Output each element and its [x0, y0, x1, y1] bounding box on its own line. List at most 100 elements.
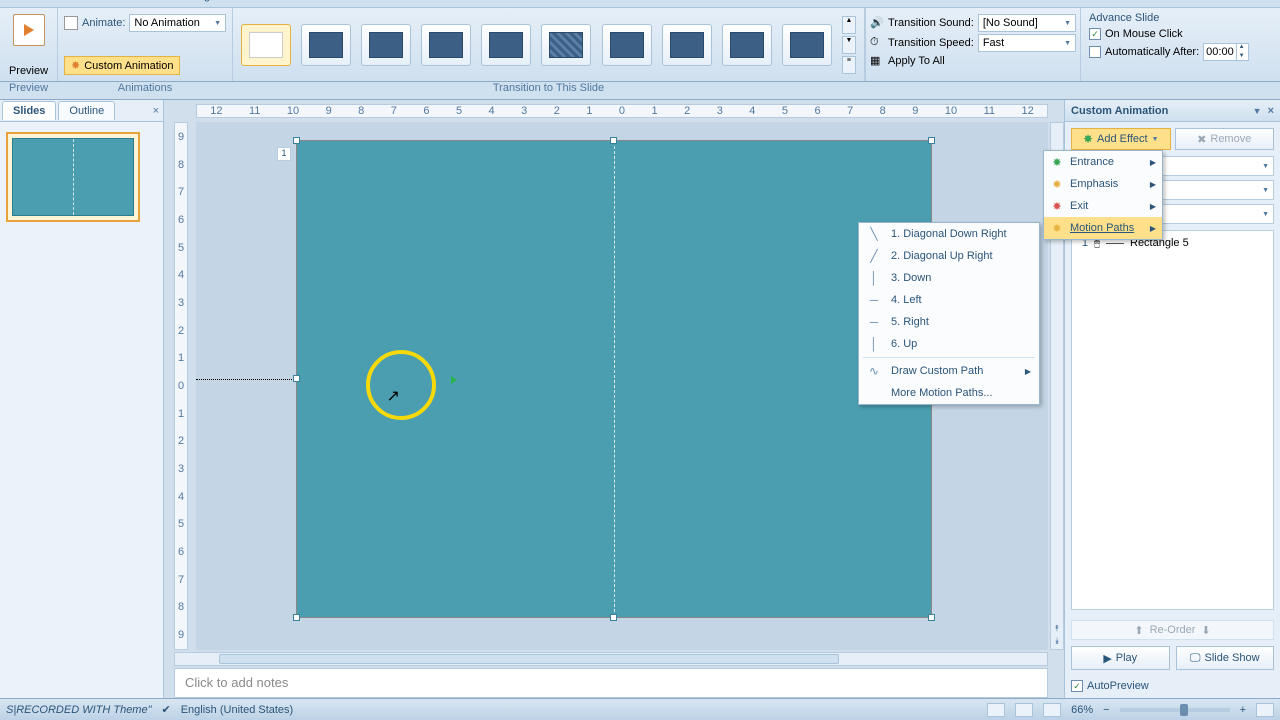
fit-to-window-button[interactable] [1256, 703, 1274, 717]
transition-gallery: ▲ ▼ ≡ [233, 8, 865, 81]
motion-down[interactable]: │3. Down [859, 267, 1039, 289]
menu-exit-label: Exit [1070, 200, 1088, 212]
reorder-up-icon[interactable]: ⬆ [1134, 624, 1143, 637]
transition-thumb-3[interactable] [421, 24, 471, 66]
tab-slideshow[interactable]: Slide Show [336, 0, 391, 2]
slides-panel: Slides Outline × 1 [0, 100, 164, 698]
chevron-right-icon: ▶ [1150, 224, 1156, 233]
on-click-checkbox[interactable] [1089, 28, 1101, 40]
apply-all-icon: ▦ [870, 54, 884, 68]
auto-after-time[interactable]: 00:00 ▲▼ [1203, 43, 1249, 61]
preview-group: Preview [0, 8, 58, 81]
autopreview-checkbox[interactable] [1071, 680, 1083, 692]
add-effect-button[interactable]: ✸ Add Effect ▼ [1071, 128, 1171, 150]
animate-label: Animate: [82, 17, 125, 29]
star-icon: ✸ [71, 59, 80, 72]
transition-thumb-8[interactable] [722, 24, 772, 66]
transition-thumb-2[interactable] [361, 24, 411, 66]
star-icon: ✸ [1050, 178, 1064, 191]
menu-emphasis[interactable]: ✸ Emphasis ▶ [1044, 173, 1162, 195]
menu-exit[interactable]: ✸ Exit ▶ [1044, 195, 1162, 217]
motion-draw-custom[interactable]: ∿Draw Custom Path▶ [859, 360, 1039, 382]
zoom-slider[interactable] [1120, 708, 1230, 712]
ca-pane-title-bar: Custom Animation ▼ × [1065, 100, 1280, 122]
preview-icon[interactable] [13, 14, 45, 46]
tab-design[interactable]: Design [182, 0, 216, 2]
menu-entrance[interactable]: ✸ Entrance ▶ [1044, 151, 1162, 173]
speed-select[interactable]: Fast▼ [978, 34, 1076, 52]
speed-label: Transition Speed: [888, 37, 974, 49]
menu-motion-paths[interactable]: ✸ Motion Paths ▶ [1044, 217, 1162, 239]
auto-after-checkbox[interactable] [1089, 46, 1101, 58]
tab-outline[interactable]: Outline [58, 101, 115, 120]
motion-more-paths[interactable]: More Motion Paths... [859, 382, 1039, 404]
auto-after-label: Automatically After: [1105, 46, 1199, 58]
slideshow-button[interactable]: 🖵 Slide Show [1176, 646, 1275, 670]
ca-effect-list[interactable]: 1 🖱 Rectangle 5 [1071, 230, 1274, 610]
zoom-out-icon[interactable]: − [1103, 704, 1109, 716]
tab-review[interactable]: Review [420, 0, 456, 2]
status-theme: S|RECORDED WITH Theme" [6, 704, 152, 716]
motion-left[interactable]: ─4. Left [859, 289, 1039, 311]
line-icon: ╲ [867, 227, 881, 241]
motion-diagonal-down-right[interactable]: ╲1. Diagonal Down Right [859, 223, 1039, 245]
animations-group-label: Animations [58, 82, 233, 99]
tab-animations[interactable]: Animations [244, 0, 304, 2]
zoom-in-icon[interactable]: + [1240, 704, 1246, 716]
next-slide-icon[interactable]: ⯯ [1054, 636, 1059, 647]
status-language[interactable]: English (United States) [181, 704, 294, 716]
transition-thumb-1[interactable] [301, 24, 351, 66]
transition-thumb-7[interactable] [662, 24, 712, 66]
chevron-down-icon[interactable]: ▼ [1253, 106, 1262, 116]
star-icon: ✸ [1083, 132, 1093, 146]
transition-none[interactable] [241, 24, 291, 66]
slide-number-tag: 1 [277, 147, 291, 161]
motion-diagonal-up-right[interactable]: ╱2. Diagonal Up Right [859, 245, 1039, 267]
animations-group: Animate: No Animation ▼ ✸ Custom Animati… [58, 8, 233, 81]
tab-insert[interactable]: Insert [120, 0, 148, 2]
custom-animation-button[interactable]: ✸ Custom Animation [64, 56, 180, 75]
close-icon[interactable]: × [153, 105, 159, 117]
motion-right[interactable]: ─5. Right [859, 311, 1039, 333]
slide-thumbnail-1[interactable]: 1 [6, 132, 140, 222]
play-button[interactable]: ▶ Play [1071, 646, 1170, 670]
sound-value: [No Sound] [983, 17, 1038, 29]
annotation-circle [366, 350, 436, 420]
view-normal-button[interactable] [987, 703, 1005, 717]
horizontal-scrollbar[interactable] [174, 652, 1048, 666]
horizontal-ruler: 1211109876543210123456789101112 [196, 104, 1048, 118]
remove-icon: ✖ [1197, 133, 1206, 146]
view-show-button[interactable] [1043, 703, 1061, 717]
line-icon: │ [867, 271, 881, 285]
motion-up[interactable]: │6. Up [859, 333, 1039, 355]
thumbnail-list: 1 [0, 122, 163, 232]
spellcheck-icon[interactable]: ✔ [162, 703, 171, 716]
on-click-label: On Mouse Click [1105, 28, 1183, 40]
transition-thumb-9[interactable] [782, 24, 832, 66]
zoom-value[interactable]: 66% [1071, 704, 1093, 716]
close-icon[interactable]: × [1268, 105, 1274, 117]
view-sorter-button[interactable] [1015, 703, 1033, 717]
remove-button[interactable]: ✖ Remove [1175, 128, 1275, 150]
prev-slide-icon[interactable]: ⯭ [1054, 623, 1059, 634]
tab-slides[interactable]: Slides [2, 101, 56, 120]
transition-thumb-6[interactable] [602, 24, 652, 66]
advance-slide-group: Advance Slide On Mouse Click Automatical… [1080, 8, 1280, 81]
ribbon-group-labels: Preview Animations Transition to This Sl… [0, 82, 1280, 100]
reorder-bar: ⬆ Re-Order ⬇ [1071, 620, 1274, 640]
preview-label[interactable]: Preview [9, 65, 48, 77]
tab-home[interactable]: Home [62, 0, 91, 2]
notes-pane[interactable]: Click to add notes [174, 668, 1048, 698]
gallery-scroll[interactable]: ▲ ▼ ≡ [842, 16, 856, 74]
transition-thumb-5[interactable] [541, 24, 591, 66]
reorder-down-icon[interactable]: ⬇ [1201, 624, 1210, 637]
line-icon: ╱ [867, 249, 881, 263]
tab-format[interactable]: Format [550, 0, 585, 2]
transition-thumb-4[interactable] [481, 24, 531, 66]
animate-select[interactable]: No Animation ▼ [129, 14, 226, 32]
tab-view[interactable]: View [480, 0, 504, 2]
sound-select[interactable]: [No Sound]▼ [978, 14, 1076, 32]
apply-all-button[interactable]: Apply To All [888, 55, 945, 67]
animate-icon [64, 16, 78, 30]
slideshow-label: Slide Show [1205, 652, 1260, 664]
